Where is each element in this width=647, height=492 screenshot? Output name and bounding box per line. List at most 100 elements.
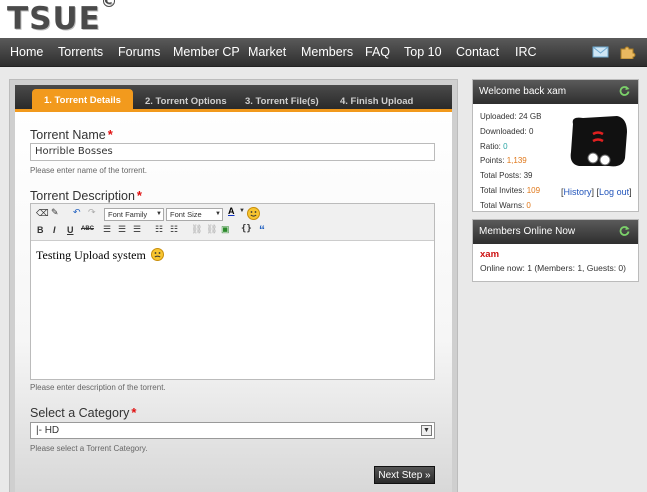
nav-market[interactable]: Market: [248, 38, 286, 67]
align-center-icon[interactable]: ☰: [118, 224, 126, 235]
paste-icon[interactable]: ✎: [51, 207, 59, 218]
category-select[interactable]: |- HD ▼: [30, 422, 435, 439]
category-select-value: |- HD: [36, 425, 60, 436]
image-icon[interactable]: ▣: [221, 224, 230, 235]
nav-home[interactable]: Home: [10, 38, 43, 67]
stat-total-posts: Total Posts: 39: [480, 171, 533, 180]
tab-torrent-details[interactable]: 1. Torrent Details: [32, 89, 133, 113]
logout-link[interactable]: Log out: [599, 187, 629, 197]
nav-faq[interactable]: FAQ: [365, 38, 390, 67]
torrent-name-hint: Please enter name of the torrent.: [30, 166, 147, 175]
nav-top10[interactable]: Top 10: [404, 38, 442, 67]
font-size-value: Font Size: [170, 210, 202, 219]
mail-icon[interactable]: [592, 45, 609, 59]
chevron-down-icon: ▼: [156, 211, 162, 217]
smiley-icon: [150, 248, 164, 261]
stat-uploaded: Uploaded: 24 GB: [480, 112, 541, 121]
italic-icon[interactable]: I: [53, 225, 56, 235]
welcome-box: Welcome back xam Uploaded: 24 GB Downloa…: [472, 79, 639, 212]
tab-torrent-options[interactable]: 2. Torrent Options: [145, 91, 227, 113]
account-links: [History] [Log out]: [561, 187, 632, 197]
code-icon[interactable]: {}: [241, 224, 252, 234]
nav-irc[interactable]: IRC: [515, 38, 537, 67]
stat-posts-label: Total Posts:: [480, 171, 522, 180]
members-online-title: Members Online Now: [479, 226, 576, 237]
site-header: TSUEC: [0, 0, 647, 38]
members-online-box: Members Online Now xam Online now: 1 (Me…: [472, 219, 639, 282]
stat-total-invites: Total Invites: 109: [480, 186, 540, 195]
chevron-down-icon[interactable]: ▼: [239, 208, 245, 214]
editor-text: Testing Upload system: [36, 248, 146, 262]
stat-ratio-label: Ratio:: [480, 142, 501, 151]
category-label: Select a Category *: [30, 405, 136, 420]
stat-posts-value: 39: [523, 171, 533, 180]
torrent-description-label: Torrent Description *: [30, 188, 142, 203]
category-hint: Please select a Torrent Category.: [30, 444, 148, 453]
stat-warns-label: Total Warns:: [480, 201, 525, 210]
bullet-list-icon[interactable]: ☷: [155, 224, 163, 235]
stat-downloaded-value: 0: [528, 127, 534, 136]
stat-points: Points: 1,139: [480, 156, 527, 165]
eraser-icon[interactable]: ⌫: [36, 208, 49, 219]
next-step-button[interactable]: Next Step »: [374, 466, 435, 484]
text-color-icon[interactable]: A: [228, 206, 235, 216]
smiley-icon[interactable]: [247, 207, 260, 220]
nav-member-cp[interactable]: Member CP: [173, 38, 240, 67]
tab-torrent-files[interactable]: 3. Torrent File(s): [245, 91, 319, 113]
puzzle-icon[interactable]: [619, 45, 636, 59]
required-asterisk: *: [131, 405, 137, 420]
torrent-description-label-text: Torrent Description: [30, 189, 135, 203]
align-left-icon[interactable]: ☰: [103, 224, 111, 235]
undo-icon[interactable]: ↶: [73, 207, 81, 218]
numbered-list-icon[interactable]: ☷: [170, 224, 178, 235]
stat-warns-value: 0: [526, 201, 531, 210]
category-label-text: Select a Category: [30, 406, 130, 420]
nav-members[interactable]: Members: [301, 38, 353, 67]
refresh-icon[interactable]: [619, 85, 630, 96]
bold-icon[interactable]: B: [37, 225, 44, 235]
editor-content-area[interactable]: Testing Upload system: [31, 241, 434, 270]
nav-torrents[interactable]: Torrents: [58, 38, 103, 67]
nav-forums[interactable]: Forums: [118, 38, 160, 67]
torrent-description-hint: Please enter description of the torrent.: [30, 383, 166, 392]
chevron-down-icon: ▼: [421, 425, 432, 436]
redo-icon[interactable]: ↷: [88, 207, 96, 218]
torrent-name-label-text: Torrent Name: [30, 128, 106, 142]
torrent-name-label: Torrent Name *: [30, 127, 113, 142]
quote-icon[interactable]: “: [259, 223, 265, 237]
required-asterisk: *: [136, 188, 142, 203]
history-link[interactable]: History: [564, 187, 592, 197]
stat-points-label: Points:: [480, 156, 505, 165]
stat-downloaded: Downloaded: 0: [480, 127, 533, 136]
align-right-icon[interactable]: ☰: [133, 224, 141, 235]
font-size-select[interactable]: Font Size ▼: [166, 208, 223, 221]
stat-points-value: 1,139: [506, 156, 527, 165]
welcome-box-header: Welcome back xam: [473, 80, 638, 104]
nav-contact[interactable]: Contact: [456, 38, 499, 67]
online-member-link[interactable]: xam: [480, 249, 499, 260]
stat-total-warns: Total Warns: 0: [480, 201, 531, 210]
copyright-mark: C: [102, 0, 115, 7]
font-family-value: Font Family: [108, 210, 148, 219]
description-editor: ⌫ ✎ ↶ ↷ Font Family ▼ Font Size ▼ A ▼ B I …: [30, 203, 435, 380]
strikethrough-icon[interactable]: ABC: [81, 226, 94, 232]
stat-uploaded-label: Uploaded:: [480, 112, 517, 121]
underline-icon[interactable]: U: [67, 225, 74, 235]
stat-uploaded-value: 24 GB: [518, 112, 542, 121]
link-icon[interactable]: ⛓: [191, 224, 202, 235]
stat-ratio-value: 0: [503, 142, 508, 151]
refresh-icon[interactable]: [619, 225, 630, 236]
stat-invites-value: 109: [526, 186, 541, 195]
logo-text: TSUE: [7, 1, 101, 37]
upload-steps-tabbar: 1. Torrent Details 2. Torrent Options 3.…: [15, 85, 452, 113]
unlink-icon[interactable]: ⛓: [206, 224, 217, 235]
members-online-header: Members Online Now: [473, 220, 638, 244]
stat-invites-label: Total Invites:: [480, 186, 525, 195]
font-family-select[interactable]: Font Family ▼: [104, 208, 164, 221]
torrent-name-input[interactable]: Horrible Bosses: [30, 143, 435, 161]
avatar[interactable]: [565, 112, 631, 172]
chevron-down-icon: ▼: [215, 211, 221, 217]
required-asterisk: *: [107, 127, 113, 142]
tab-finish-upload[interactable]: 4. Finish Upload: [340, 91, 413, 113]
site-logo[interactable]: TSUEC: [7, 0, 115, 37]
